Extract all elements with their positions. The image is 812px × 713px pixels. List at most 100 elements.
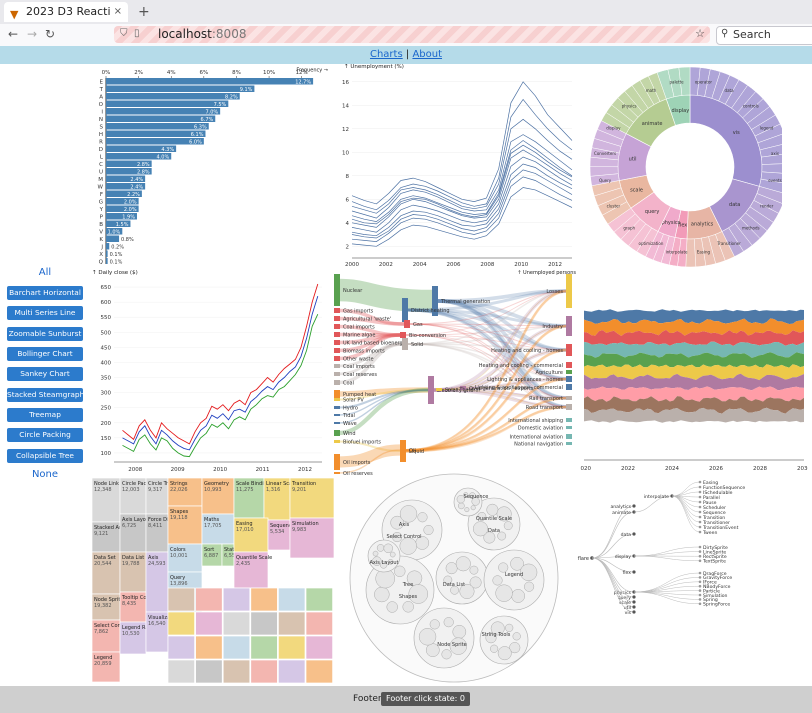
circle-packing[interactable]: Axis Data Tree Data List Legend Node Sprite St… [344,472,564,684]
y-tick-label: N [99,117,103,123]
zoomable-sunburst-button[interactable]: Zoomable Sunburst [7,327,83,341]
pack-leaf [498,562,509,573]
bar-value-label: 0.1% [110,252,123,258]
bar-value-label: 6.1% [191,132,204,138]
bar-value-label: 4.0% [157,154,170,160]
sankey-chart-button[interactable]: Sankey Chart [7,367,83,381]
select-none-link[interactable]: None [0,469,90,480]
tree-node [632,570,636,574]
treemap-cell-value: 12,003 [122,487,140,493]
footer-click-state: Footer click state: 0 [381,692,471,706]
sankey-node-label: Agricultural 'waste' [343,316,391,322]
footer[interactable]: Footer Footer click state: 0 [0,686,812,713]
bookmark-star-icon[interactable]: ☆ [695,27,705,40]
bar [106,85,255,92]
bollinger-chart-button[interactable]: Bollinger Chart [7,347,83,361]
url-host: localhost [158,27,212,41]
treemap-cell [222,587,251,612]
zoomable-sunburst[interactable]: visdataanalyticsflexphysicsqueryscaleuti… [582,64,782,270]
sankey-node-label: Solid [411,342,423,348]
treemap-cell [222,611,251,636]
close-tab-icon[interactable]: × [114,2,122,22]
sankey-node-label: Lighting & appliances - homes [487,377,563,383]
pack-leaf [374,586,390,603]
treemap-cell [305,587,333,612]
sankey-node-label: Other waste [343,356,374,362]
url-bar[interactable]: ⛉ ▯ localhost:8008 ☆ [114,26,710,43]
bar [106,78,314,85]
pack-leaf [372,550,379,557]
pack-label: String Tools [482,632,511,638]
sankey-node-label: Nuclear [343,288,363,294]
pack-leaf [512,632,521,641]
treemap-button[interactable]: Treemap [7,408,83,422]
treemap-cell-value: 13,896 [170,581,188,587]
circle-packing-button[interactable]: Circle Packing [7,428,83,442]
treemap-cell-value: 17,705 [204,523,222,529]
barchart-horizontal-button[interactable]: Barchart Horizontal [7,286,83,300]
new-tab-icon[interactable]: + [138,2,150,22]
bar-value-label: 2.8% [137,162,150,168]
search-input[interactable]: ⚲ Search [716,26,812,45]
y-tick-label: 10 [342,150,349,156]
y-tick-label: X [99,252,103,258]
treemap-cell-value: 5,534 [270,529,284,535]
collapsible-tree[interactable]: flareanalyticsanimatedatadisplayflexphys… [572,476,808,616]
sankey-node-label: Rail transport [529,396,563,402]
stacked-steamgraph-button[interactable]: Stacked Steamgraph [7,388,84,402]
x-tick-label: 10% [263,70,275,76]
series-line [351,163,573,237]
sankey-node [334,364,340,368]
sankey-node-label: Tidal [342,413,355,419]
sankey-node-label: Coal reserves [343,372,377,378]
sankey-chart: ↑ Unemployed personsNuclearGas importsAg… [334,270,576,477]
back-icon[interactable]: ← [8,27,18,41]
select-all-link[interactable]: All [0,267,90,278]
sankey-node [566,316,572,336]
treemap-cell-value: 16,540 [148,621,166,627]
collapsible-tree-button[interactable]: Collapsible Tree [7,449,83,463]
bar-value-label: 1.9% [122,214,135,220]
pack-leaf [383,543,393,553]
treemap-cell [195,611,223,636]
footer-label: Footer [353,694,382,704]
sankey-node-label: Domestic aviation [518,425,563,431]
sankey-node-label: UK land based bioenergy [343,340,406,346]
bar-value-label: 12.7% [295,79,311,85]
y-tick-label: U [99,170,103,176]
treemap-cell [250,611,278,636]
sankey-node-label: Heating and cooling - commercial [479,363,563,369]
tree-node-label: animate [612,510,631,516]
page-info-icon[interactable]: ⛉ [120,28,128,39]
pack-label: Axis Layout [370,560,399,566]
tree-node [698,485,702,489]
pack-leaf [464,507,470,513]
y-tick-label: K [99,237,103,243]
sankey-node-label: International shipping [508,418,563,424]
sunburst-label: analytics [691,222,714,228]
charts-link[interactable]: Charts [370,49,403,60]
tree-link [671,495,701,523]
sunburst-label: cluster [607,204,621,209]
forward-icon[interactable]: → [27,27,37,41]
url-text[interactable]: localhost:8008 [158,27,246,41]
browser-tab[interactable]: ▼ 2023 D3 Reactive × [4,2,128,22]
sunburst-label: physics [662,220,681,226]
tree-node [698,520,702,524]
sankey-node [566,384,572,390]
y-tick-label: B [99,222,103,228]
about-link[interactable]: About [412,49,442,60]
sankey-node [334,406,340,409]
tracking-shield-icon[interactable]: ▯ [134,28,140,39]
tree-node [698,576,702,579]
url-port: :8008 [211,27,247,41]
treemap-cell-value: 19,118 [170,515,188,521]
y-tick-label: 300 [101,391,112,397]
reload-icon[interactable]: ↻ [45,27,55,41]
treemap-cell [278,587,306,612]
sunburst-label: math [646,88,657,93]
tree-node [698,593,702,597]
pack-label: Data [488,528,500,534]
multi-series-line-button[interactable]: Multi Series Line [7,306,83,320]
pack-leaf [492,575,503,586]
